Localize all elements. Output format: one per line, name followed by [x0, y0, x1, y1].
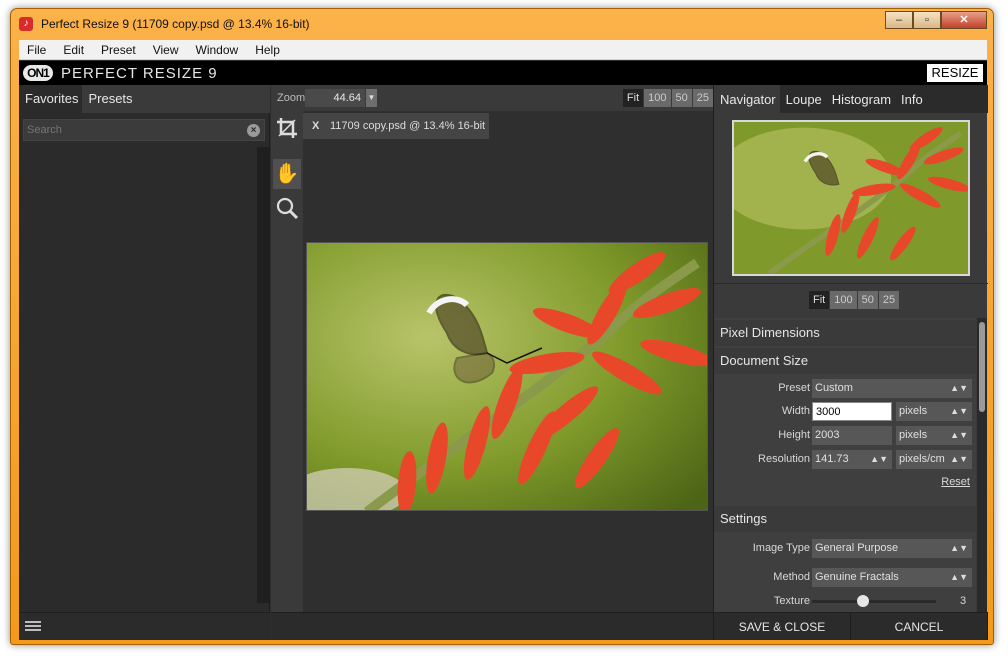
search-box: ×: [23, 119, 265, 141]
menu-help[interactable]: Help: [247, 43, 289, 57]
right-tabs: Navigator Loupe Histogram Info: [714, 85, 988, 113]
title-bar[interactable]: ♪ Perfect Resize 9 (11709 copy.psd @ 13.…: [11, 9, 993, 39]
hand-icon[interactable]: ✋: [273, 159, 301, 189]
brand-title: PERFECT RESIZE 9: [61, 65, 218, 82]
height-unit-select[interactable]: pixels ▲▼: [896, 426, 972, 445]
settings-scrollbar-thumb[interactable]: [979, 322, 985, 412]
minimize-button[interactable]: –: [885, 11, 913, 29]
zoom-fit-button[interactable]: Fit: [622, 89, 644, 107]
zoom-icon[interactable]: [273, 193, 301, 223]
divider: [714, 283, 988, 284]
crop-icon[interactable]: [273, 113, 301, 143]
tab-info[interactable]: Info: [895, 85, 927, 113]
right-footer: SAVE & CLOSE CANCEL: [714, 612, 988, 640]
close-document-icon[interactable]: X: [312, 113, 319, 139]
resolution-unit-select[interactable]: pixels/cm ▲▼: [896, 450, 972, 469]
document-tab[interactable]: X 11709 copy.psd @ 13.4% 16-bit: [303, 113, 489, 139]
maximize-button[interactable]: ▫: [913, 11, 941, 29]
tool-strip: ✋: [271, 111, 303, 613]
presets-panel: Favorites Presets ×: [19, 85, 270, 640]
width-unit-select[interactable]: pixels ▲▼: [896, 402, 972, 421]
texture-value: 3: [960, 595, 967, 607]
tab-navigator[interactable]: Navigator: [714, 85, 780, 113]
tab-histogram[interactable]: Histogram: [826, 85, 895, 113]
texture-label: Texture: [773, 595, 810, 607]
settings-scrollbar[interactable]: [977, 318, 987, 614]
nav-50-button[interactable]: 50: [857, 291, 878, 309]
zoom-dropdown-icon[interactable]: ▼: [366, 89, 377, 107]
close-button[interactable]: ✕: [941, 11, 987, 29]
menu-file[interactable]: File: [19, 43, 55, 57]
preset-label: Preset: [778, 382, 810, 394]
method-select[interactable]: Genuine Fractals ▲▼: [812, 568, 972, 587]
resize-mode-button[interactable]: RESIZE: [927, 64, 983, 82]
settings-header[interactable]: Settings: [714, 506, 976, 532]
brand-bar: ON1 PERFECT RESIZE 9 RESIZE: [19, 61, 987, 85]
canvas-footer: [271, 612, 713, 640]
document-name: 11709 copy.psd @ 13.4% 16-bit: [330, 120, 486, 132]
menu-window[interactable]: Window: [188, 43, 248, 57]
width-label: Width: [781, 405, 810, 417]
reset-link[interactable]: Reset: [941, 476, 970, 488]
texture-slider[interactable]: [812, 600, 936, 603]
tab-favorites[interactable]: Favorites: [19, 85, 83, 113]
cancel-button[interactable]: CANCEL: [851, 613, 988, 640]
resolution-input[interactable]: 141.73 ▲▼: [812, 450, 892, 469]
height-input[interactable]: 2003: [812, 426, 892, 445]
zoom-50-button[interactable]: 50: [671, 89, 692, 107]
tab-loupe[interactable]: Loupe: [780, 85, 826, 113]
preset-select[interactable]: Custom ▲▼: [812, 379, 972, 398]
navigator-thumbnail[interactable]: [732, 120, 970, 276]
canvas-image[interactable]: [306, 242, 708, 511]
menu-bar: File Edit Preset View Window Help: [19, 40, 987, 60]
list-view-icon[interactable]: [25, 621, 41, 633]
right-panel: Navigator Loupe Histogram Info Fit 100 5…: [713, 85, 988, 640]
left-tabs: Favorites Presets: [19, 85, 270, 113]
nav-fit-button[interactable]: Fit: [809, 291, 830, 309]
app-window: ♪ Perfect Resize 9 (11709 copy.psd @ 13.…: [10, 8, 994, 645]
save-close-button[interactable]: SAVE & CLOSE: [714, 613, 851, 640]
clear-search-icon[interactable]: ×: [247, 124, 260, 137]
image-type-select[interactable]: General Purpose ▲▼: [812, 539, 972, 558]
width-input[interactable]: 3000: [812, 402, 892, 421]
zoom-buttons: Fit 100 50 25: [622, 89, 713, 107]
method-label: Method: [773, 571, 810, 583]
image-type-label: Image Type: [752, 542, 810, 554]
presets-scrollbar[interactable]: [257, 147, 269, 603]
zoom-input[interactable]: 44.64: [305, 89, 365, 107]
client-area: File Edit Preset View Window Help ON1 PE…: [19, 40, 988, 640]
app-icon: ♪: [19, 17, 33, 31]
menu-preset[interactable]: Preset: [93, 43, 145, 57]
height-label: Height: [778, 429, 810, 441]
canvas-toolbar: Zoom 44.64 ▼ Fit 100 50 25: [271, 85, 713, 111]
pixel-dimensions-header[interactable]: Pixel Dimensions: [714, 320, 976, 346]
navigator-zoom-buttons: Fit 100 50 25: [808, 291, 900, 309]
on1-logo: ON1: [23, 65, 53, 81]
canvas-area: Zoom 44.64 ▼ Fit 100 50 25 ✋ X 11709 cop…: [271, 85, 713, 640]
left-footer: [19, 612, 270, 640]
menu-view[interactable]: View: [145, 43, 188, 57]
nav-100-button[interactable]: 100: [830, 291, 857, 309]
zoom-label: Zoom: [277, 92, 306, 104]
menu-edit[interactable]: Edit: [55, 43, 93, 57]
window-title: Perfect Resize 9 (11709 copy.psd @ 13.4%…: [41, 17, 310, 31]
resolution-label: Resolution: [758, 453, 810, 465]
document-size-header[interactable]: Document Size: [714, 348, 976, 374]
zoom-100-button[interactable]: 100: [644, 89, 671, 107]
zoom-25-button[interactable]: 25: [692, 89, 713, 107]
settings-panel: Pixel Dimensions Document Size Preset Cu…: [714, 318, 976, 614]
nav-25-button[interactable]: 25: [878, 291, 900, 309]
texture-slider-knob[interactable]: [857, 595, 869, 607]
search-input[interactable]: [24, 120, 234, 140]
tab-presets[interactable]: Presets: [82, 85, 136, 113]
